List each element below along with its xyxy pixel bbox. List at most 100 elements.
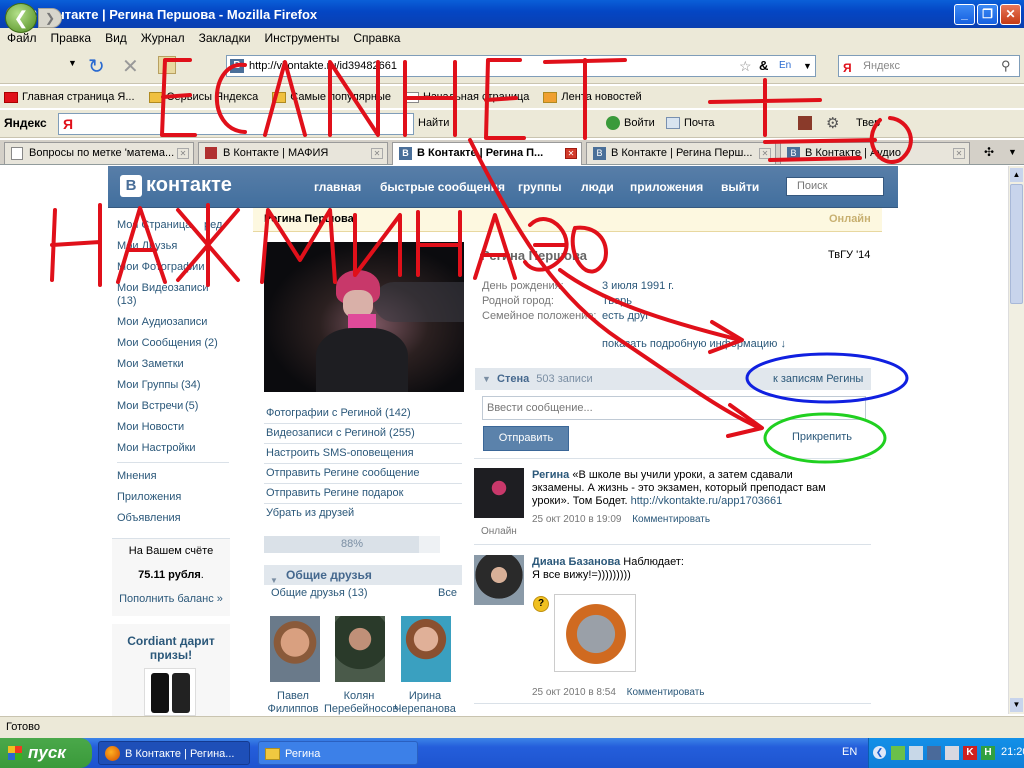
yandex-label[interactable]: Яндекс: [4, 116, 47, 130]
friend-name-pavel[interactable]: Павел Филиппов: [258, 690, 328, 716]
bookmark-start-page[interactable]: Начальная страница: [404, 91, 529, 103]
tab-list-icon[interactable]: ✣: [984, 145, 994, 159]
url-input[interactable]: B http://vkontakte.ru/id39482661 ☆ & En …: [226, 55, 816, 77]
profile-photo[interactable]: [264, 242, 464, 392]
maximize-button[interactable]: ❐: [977, 4, 998, 25]
bookmark-most-popular[interactable]: Самые популярные: [272, 91, 391, 103]
back-button[interactable]: ❮: [5, 3, 37, 33]
tab-regina-active[interactable]: B В Контакте | Регина П... ✕: [392, 142, 582, 165]
post-author[interactable]: Диана Базанова: [532, 556, 620, 568]
wall-message-input[interactable]: Ввести сообщение...: [482, 396, 866, 420]
nav-people[interactable]: люди: [581, 180, 614, 194]
close-window-button[interactable]: ✕: [1000, 4, 1021, 25]
tab-audio[interactable]: B В Контакте | Аудио ✕: [780, 142, 970, 164]
profile-school[interactable]: ТвГУ '14: [828, 249, 870, 261]
menu-file[interactable]: Файл: [0, 31, 44, 45]
menu-my-page[interactable]: Моя Страница: [117, 219, 191, 231]
menu-my-events[interactable]: Мои Встречи: [117, 400, 183, 412]
post-avatar-diana[interactable]: [474, 555, 524, 605]
search-input[interactable]: Я Яндекс ⚲: [838, 55, 1020, 77]
comment-link[interactable]: Комментировать: [627, 687, 705, 698]
scroll-thumb[interactable]: [1010, 184, 1023, 304]
menu-my-news[interactable]: Мои Новости: [117, 421, 184, 433]
menu-my-messages[interactable]: Мои Сообщения (2): [117, 337, 218, 349]
menu-tools[interactable]: Инструменты: [258, 31, 347, 45]
stop-icon[interactable]: ✕: [122, 54, 139, 79]
friend-name-kolyan[interactable]: Колян Перебейносов: [324, 690, 398, 716]
tab-mafia[interactable]: В Контакте | МАФИЯ ✕: [198, 142, 388, 164]
sms-alerts-link[interactable]: Настроить SMS-оповещения: [266, 447, 414, 459]
tray-expand-icon[interactable]: ❮: [873, 746, 886, 759]
tab-close-icon[interactable]: ✕: [565, 148, 577, 159]
tab-close-icon[interactable]: ✕: [371, 148, 383, 159]
vk-search-input[interactable]: Поиск: [786, 177, 884, 196]
yandex-find-button[interactable]: Найти: [418, 117, 449, 129]
tray-app-icon[interactable]: [891, 746, 905, 760]
tab-regina-2[interactable]: B В Контакте | Регина Перш... ✕: [586, 142, 776, 164]
tab-close-icon[interactable]: ✕: [759, 148, 771, 159]
menu-help[interactable]: Справка: [346, 31, 407, 45]
tray-h-icon[interactable]: H: [981, 746, 995, 760]
search-icon[interactable]: ⚲: [1001, 56, 1011, 76]
nav-groups[interactable]: группы: [518, 180, 562, 194]
post-image-owl[interactable]: [554, 594, 636, 672]
birthday-value[interactable]: 3 июля 1991 г.: [602, 280, 674, 292]
post-link[interactable]: http://vkontakte.ru/app1703661: [631, 495, 783, 507]
book-icon[interactable]: [798, 116, 812, 130]
menu-opinions[interactable]: Мнения: [117, 470, 157, 482]
menu-my-videos[interactable]: Мои Видеозаписи: [117, 282, 209, 294]
to-posts-link[interactable]: к записям Регины: [773, 368, 863, 390]
menu-bookmarks[interactable]: Закладки: [192, 31, 258, 45]
collapse-icon[interactable]: ▼: [482, 368, 491, 390]
post-author[interactable]: Регина: [532, 469, 569, 481]
nav-home[interactable]: главная: [314, 180, 361, 194]
minimize-button[interactable]: _: [954, 4, 975, 25]
nav-apps[interactable]: приложения: [630, 180, 703, 194]
tray-kaspersky-icon[interactable]: K: [963, 746, 977, 760]
url-dropdown-icon[interactable]: ▼: [803, 56, 812, 76]
forward-button[interactable]: ❯: [38, 8, 62, 28]
friend-photo-pavel[interactable]: [270, 616, 320, 682]
mutual-friends-count[interactable]: Общие друзья (13): [271, 587, 368, 599]
yandex-search-input[interactable]: Я: [58, 113, 414, 135]
menu-my-photos[interactable]: Мои Фотографии: [117, 261, 204, 273]
ampersand-icon[interactable]: &: [759, 56, 768, 76]
balance-topup-link[interactable]: Пополнить баланс »: [112, 593, 230, 605]
promo-title[interactable]: Cordiant дарит призы!: [112, 634, 230, 662]
tray-monitor-icon[interactable]: [927, 746, 941, 760]
history-dropdown-icon[interactable]: ▼: [68, 58, 77, 68]
menu-applications[interactable]: Приложения: [117, 491, 181, 503]
tab-questions[interactable]: Вопросы по метке 'матема... ✕: [4, 142, 194, 164]
menu-ads[interactable]: Объявления: [117, 512, 181, 524]
tray-volume-icon[interactable]: [945, 746, 959, 760]
menu-my-groups[interactable]: Мои Группы: [117, 379, 178, 391]
remove-friend-link[interactable]: Убрать из друзей: [266, 507, 354, 519]
friend-photo-kolyan[interactable]: [335, 616, 385, 682]
start-button[interactable]: пуск: [0, 738, 92, 768]
home-icon[interactable]: [158, 56, 176, 74]
post-avatar-regina[interactable]: [474, 468, 524, 518]
tab-dropdown-icon[interactable]: ▼: [1008, 147, 1017, 157]
language-indicator[interactable]: EN: [842, 746, 857, 758]
videos-with-link[interactable]: Видеозаписи с Региной (255): [266, 427, 415, 439]
hometown-value[interactable]: Тверь: [602, 295, 632, 307]
taskbar-firefox[interactable]: В Контакте | Регина...: [98, 741, 250, 765]
menu-edit[interactable]: Правка: [44, 31, 99, 45]
relationship-value[interactable]: есть друг: [602, 310, 649, 322]
mutual-friends-all[interactable]: Все: [438, 587, 457, 599]
weather-label[interactable]: Твер: [856, 117, 880, 129]
translate-icon[interactable]: En: [779, 56, 791, 76]
question-mood-icon[interactable]: ?: [533, 596, 549, 612]
star-icon[interactable]: ☆: [739, 56, 752, 76]
send-gift-link[interactable]: Отправить Регине подарок: [266, 487, 403, 499]
tab-close-icon[interactable]: ✕: [177, 148, 189, 159]
yandex-login-button[interactable]: Войти: [624, 117, 655, 129]
yandex-mail-button[interactable]: Почта: [684, 117, 715, 129]
tab-close-icon[interactable]: ✕: [953, 148, 965, 159]
friend-photo-irina[interactable]: [401, 616, 451, 682]
menu-my-settings[interactable]: Мои Настройки: [117, 442, 196, 454]
send-button[interactable]: Отправить: [483, 426, 569, 451]
scroll-up-icon[interactable]: ▲: [1010, 168, 1023, 182]
taskbar-folder[interactable]: Регина: [258, 741, 418, 765]
mutual-friends-header[interactable]: ▼ Общие друзья: [264, 565, 462, 585]
